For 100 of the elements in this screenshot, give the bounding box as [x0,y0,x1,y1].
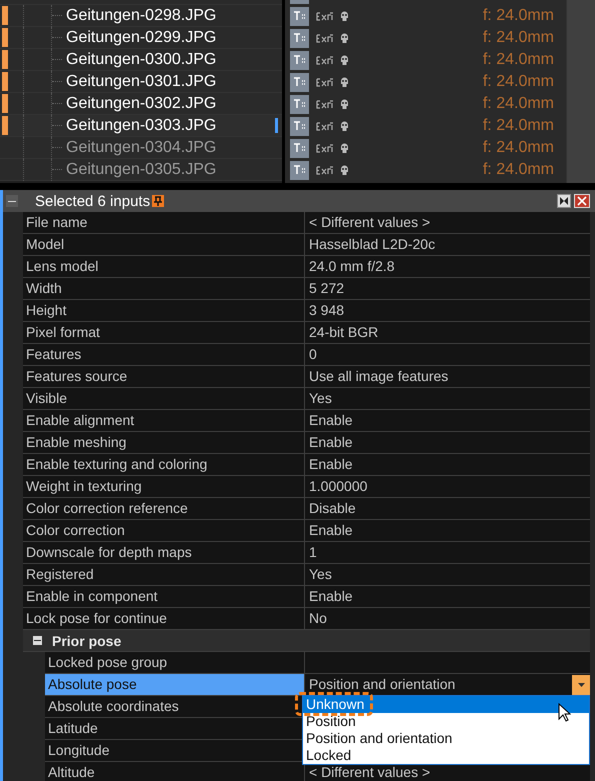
file-row[interactable]: Geitungen-0301.JPG [0,71,282,93]
property-label: Visible [23,388,305,409]
property-label: Lens model [23,256,305,277]
property-value[interactable]: 3 948 [305,300,590,321]
file-name: Geitungen-0299.JPG [66,28,216,46]
property-value[interactable]: 1.000000 [305,476,590,497]
exif-icon [316,144,334,152]
property-value[interactable]: < Different values > [305,212,590,233]
property-value[interactable]: Hasselblad L2D-20c [305,234,590,255]
file-name: Geitungen-0301.JPG [66,72,216,90]
property-value[interactable]: Enable [305,454,590,475]
file-row[interactable]: Geitungen-0300.JPG [0,49,282,71]
file-row[interactable]: Geitungen-0299.JPG [0,27,282,49]
property-label[interactable]: Altitude [45,762,305,781]
exif-icon [316,122,334,130]
scrollbar[interactable] [566,0,595,183]
property-label: Enable alignment [23,410,305,431]
property-label[interactable]: Absolute pose [45,674,305,695]
texture-icon [290,72,309,92]
property-label: Features source [23,366,305,387]
dropdown-option[interactable]: Position [303,713,589,730]
texture-icon [290,94,309,114]
focal-length: f: 24.0mm [482,95,554,113]
close-icon[interactable] [574,194,590,208]
focal-length: f: 24.0mm [482,73,554,91]
property-value[interactable]: 24.0 mm f/2.8 [305,256,590,277]
file-name: Geitungen-0304.JPG [66,138,216,156]
collapse-icon[interactable] [6,195,18,207]
skull-icon [340,120,349,132]
property-label: Weight in texturing [23,476,305,497]
property-value[interactable]: 1 [305,542,590,563]
property-value[interactable]: 5 272 [305,278,590,299]
dropdown-option[interactable]: Position and orientation [303,730,589,747]
skull-icon [340,98,349,110]
property-label[interactable]: Absolute coordinates [45,696,305,717]
file-name: Geitungen-0305.JPG [66,160,216,178]
texture-icon [290,116,309,136]
focal-length: f: 24.0mm [482,29,554,47]
property-label: Color correction reference [23,498,305,519]
texture-icon [290,50,309,70]
exif-icon [316,12,334,20]
skull-icon [340,164,349,176]
property-label: Pixel format [23,322,305,343]
file-name: Geitungen-0302.JPG [66,94,216,112]
property-label: Height [23,300,305,321]
file-name: Geitungen-0300.JPG [66,50,216,68]
property-label: Color correction [23,520,305,541]
property-value[interactable]: 0 [305,344,590,365]
file-row[interactable]: Geitungen-0302.JPG [0,93,282,115]
exif-icon [316,78,334,86]
panel-title: Selected 6 inputs [35,192,150,210]
float-window-icon[interactable] [557,194,571,208]
property-value[interactable]: Yes [305,388,590,409]
property-label: Enable texturing and coloring [23,454,305,475]
focal-length: f: 24.0mm [482,117,554,135]
dropdown-option[interactable]: Unknown [303,696,589,713]
property-label: Width [23,278,305,299]
property-label: Lock pose for continue [23,608,305,629]
property-label[interactable]: Locked pose group [45,652,305,673]
file-row[interactable]: Geitungen-0303.JPG [0,115,282,137]
property-value[interactable]: Yes [305,564,590,585]
property-value[interactable]: Disable [305,498,590,519]
file-row[interactable]: Geitungen-0304.JPG [0,137,282,159]
file-name: Geitungen-0303.JPG [66,116,216,134]
property-value[interactable]: No [305,608,590,629]
property-value[interactable]: Enable [305,432,590,453]
mouse-cursor-icon [558,703,571,723]
file-row[interactable]: Geitungen-0305.JPG [0,159,282,181]
property-label: Registered [23,564,305,585]
file-row[interactable]: Geitungen-0298.JPG [0,5,282,27]
pin-icon[interactable] [152,195,164,207]
property-label: Enable meshing [23,432,305,453]
skull-icon [340,142,349,154]
exif-icon [316,56,334,64]
skull-icon [340,10,349,22]
property-label: Downscale for depth maps [23,542,305,563]
property-label: Enable in component [23,586,305,607]
group-title: Prior pose [52,632,122,648]
property-label[interactable]: Latitude [45,718,305,739]
focal-length: f: 24.0mm [482,161,554,179]
dropdown-field[interactable]: Position and orientation [305,674,590,695]
property-value[interactable]: Use all image features [305,366,590,387]
property-value[interactable]: Enable [305,520,590,541]
dropdown-option[interactable]: Locked [303,747,589,764]
exif-icon [316,34,334,42]
skull-icon [340,32,349,44]
texture-icon [290,160,309,180]
selection-indicator [275,118,278,133]
file-name: Geitungen-0298.JPG [66,6,216,24]
texture-icon [290,138,309,158]
property-value[interactable]: 24-bit BGR [305,322,590,343]
property-label: Model [23,234,305,255]
property-value[interactable]: Enable [305,586,590,607]
collapse-icon[interactable] [33,636,42,645]
property-value[interactable]: Enable [305,410,590,431]
skull-icon [340,76,349,88]
property-label[interactable]: Longitude [45,740,305,761]
exif-icon [316,100,334,108]
skull-icon [340,54,349,66]
exif-icon [316,166,334,174]
